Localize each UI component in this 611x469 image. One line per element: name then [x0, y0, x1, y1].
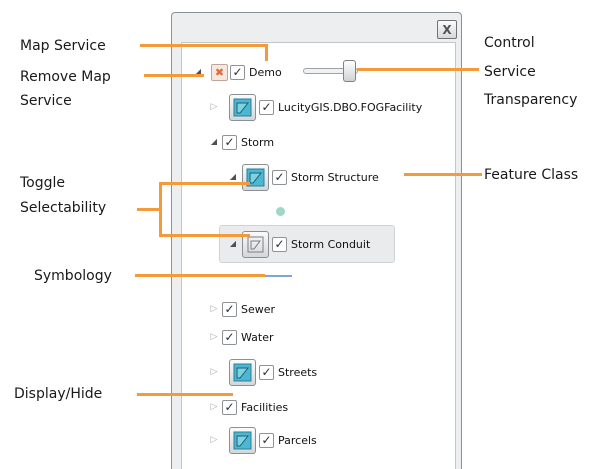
callout-line-map-service-drop [265, 44, 268, 61]
callout-display-hide: Display/Hide [14, 386, 103, 402]
callout-map-service: Map Service [20, 38, 106, 54]
expand-toggle[interactable]: ▷ [209, 402, 219, 412]
layer-row-fogfacility: ▷ ✓ LucityGIS.DBO.FOGFacility [209, 93, 422, 121]
expand-toggle[interactable]: ◢ [209, 138, 219, 146]
line-symbol-icon [265, 275, 292, 277]
callout-remove-map-service-line2: Service [20, 93, 72, 109]
layer-visibility-checkbox[interactable]: ✓ [259, 364, 274, 380]
callout-toggle-line1: Toggle [20, 175, 66, 191]
expand-toggle[interactable]: ▷ [209, 304, 219, 314]
callout-line-transparency [357, 68, 479, 71]
group-label: Water [241, 330, 274, 344]
callout-line-toggle-top [159, 182, 250, 185]
group-row-facilities: ▷ ✓ Facilities [209, 396, 288, 418]
layer-label: LucityGIS.DBO.FOGFacility [278, 100, 423, 114]
group-label: Storm [241, 135, 275, 149]
callout-line-toggle-stub [137, 208, 160, 211]
layer-label: Storm Structure [291, 170, 379, 184]
callout-remove-map-service-line1: Remove Map [20, 69, 111, 85]
selectability-toggle-icon[interactable] [242, 163, 269, 191]
expand-toggle[interactable]: ▷ [209, 332, 219, 342]
service-visibility-checkbox[interactable]: ✓ [230, 64, 245, 80]
layer-visibility-checkbox[interactable]: ✓ [259, 99, 274, 115]
point-symbol-icon [276, 207, 285, 216]
callout-feature-class: Feature Class [484, 167, 579, 183]
callout-control-line1: Control [484, 35, 535, 51]
group-row-sewer: ▷ ✓ Sewer [209, 298, 275, 320]
group-label: Sewer [241, 302, 276, 316]
expand-toggle[interactable]: ▷ [209, 367, 219, 377]
callout-line-map-service [140, 44, 267, 47]
selectability-toggle-icon[interactable] [229, 426, 256, 454]
layer-label: Parcels [278, 433, 317, 447]
transparency-slider-thumb[interactable] [343, 60, 356, 82]
callout-symbology: Symbology [34, 268, 112, 284]
expand-toggle[interactable]: ▷ [209, 435, 219, 445]
layer-label: Streets [278, 365, 318, 379]
layer-visibility-checkbox[interactable]: ✓ [272, 169, 287, 185]
group-visibility-checkbox[interactable]: ✓ [222, 301, 237, 317]
group-visibility-checkbox[interactable]: ✓ [222, 399, 237, 415]
layer-label: Storm Conduit [291, 237, 371, 251]
callout-line-feature-class [404, 173, 482, 176]
expand-toggle[interactable]: ◢ [228, 173, 238, 181]
group-visibility-checkbox[interactable]: ✓ [222, 329, 237, 345]
group-label: Facilities [241, 400, 289, 414]
layer-visibility-checkbox[interactable]: ✓ [272, 236, 287, 252]
callout-control-line2: Service [484, 64, 536, 80]
group-row-storm: ◢ ✓ Storm [209, 131, 274, 153]
callout-line-toggle-bottom [159, 234, 250, 237]
group-row-water: ▷ ✓ Water [209, 326, 274, 348]
callout-control-line3: Transparency [484, 92, 578, 108]
service-row-demo: ◢ ✖ ✓ Demo [193, 61, 282, 83]
callout-line-toggle-bracket [159, 182, 162, 237]
service-label: Demo [249, 65, 282, 79]
callout-line-remove-service [144, 74, 204, 77]
selectability-toggle-icon[interactable] [229, 93, 256, 121]
remove-service-icon[interactable]: ✖ [211, 63, 228, 81]
callout-line-symbology [135, 274, 265, 277]
close-button[interactable]: X [437, 20, 457, 39]
layer-row-storm-structure: ◢ ✓ Storm Structure [228, 163, 379, 191]
callout-toggle-line2: Selectability [20, 200, 107, 216]
callout-line-display-hide [137, 393, 233, 396]
expand-toggle[interactable]: ▷ [209, 102, 219, 112]
layer-row-parcels: ▷ ✓ Parcels [209, 426, 317, 454]
layer-visibility-checkbox[interactable]: ✓ [259, 432, 274, 448]
expand-toggle[interactable]: ◢ [228, 240, 238, 248]
layer-row-streets: ▷ ✓ Streets [209, 358, 317, 386]
group-visibility-checkbox[interactable]: ✓ [222, 134, 237, 150]
selectability-toggle-icon[interactable] [229, 358, 256, 386]
